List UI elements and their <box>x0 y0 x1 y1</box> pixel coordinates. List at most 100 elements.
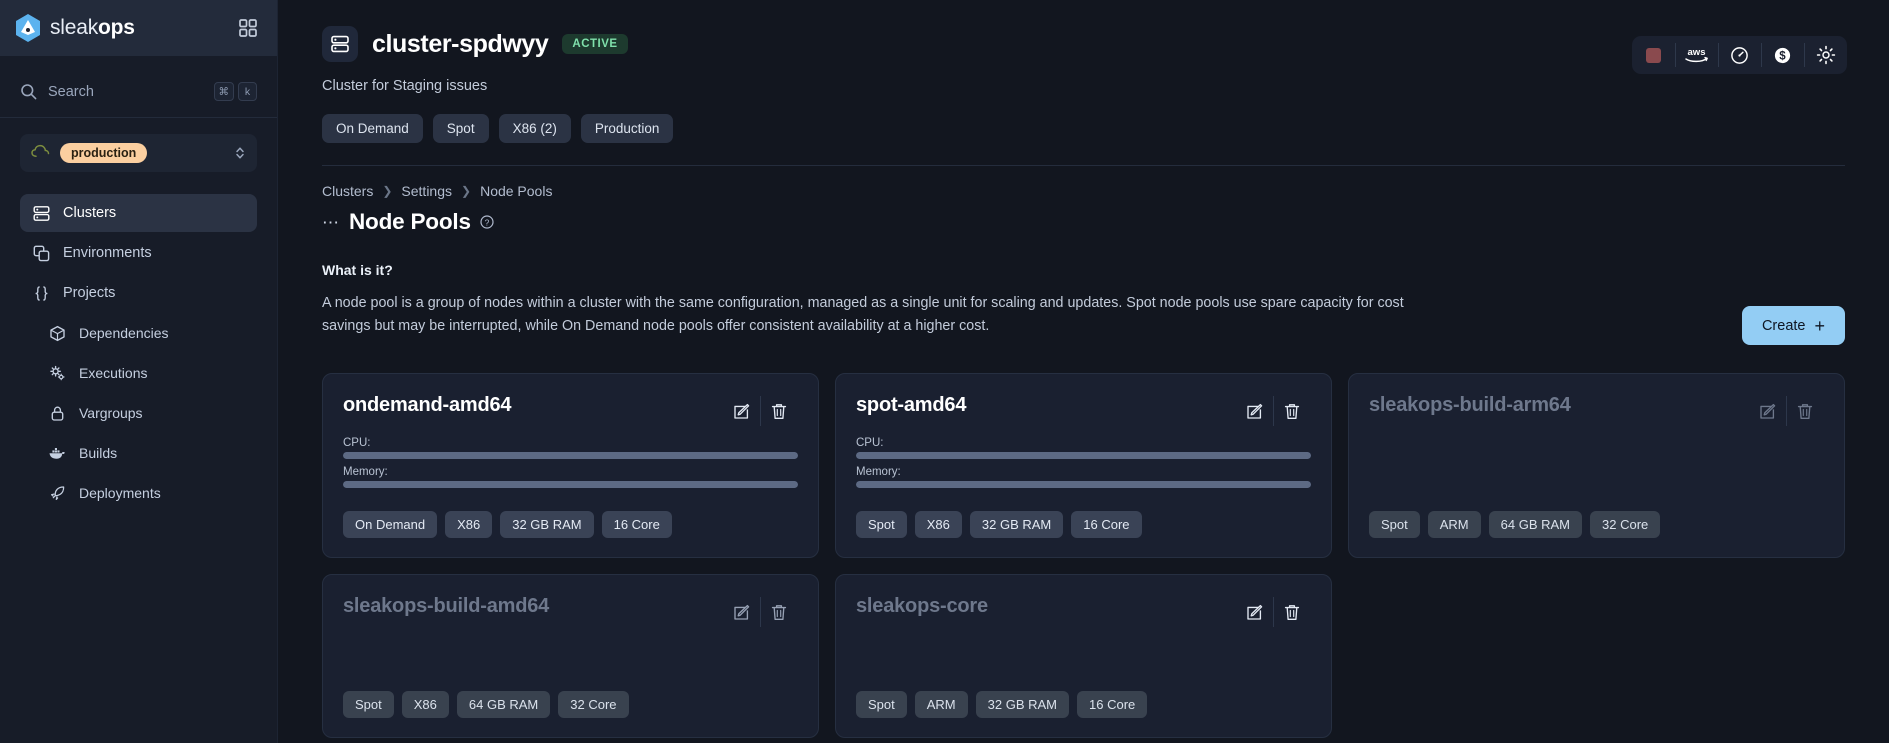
edit-pencil-icon[interactable] <box>722 595 760 629</box>
trash-icon[interactable] <box>1786 394 1824 428</box>
sidebar-item-label: Clusters <box>63 205 117 221</box>
sidebar-item-label: Dependencies <box>79 325 169 341</box>
sidebar-item-executions[interactable]: Executions <box>20 354 257 392</box>
edit-pencil-icon[interactable] <box>722 394 760 428</box>
metric-label-cpu: CPU: <box>343 437 371 449</box>
node-pool-name: sleakops-core <box>856 595 988 617</box>
cluster-tag[interactable]: X86 (2) <box>498 114 571 143</box>
card-header: spot-amd64 <box>856 394 1311 428</box>
sidebar: sleakops Search ⌘ k production Clusters … <box>0 0 278 743</box>
card-chips: On Demand X86 32 GB RAM 16 Core <box>343 495 798 538</box>
memory-progress-bar <box>856 481 1311 488</box>
node-pool-card[interactable]: ondemand-amd64 CPU: Memory: On Demand X8… <box>322 373 819 558</box>
sidebar-item-vargroups[interactable]: Vargroups <box>20 394 257 432</box>
main-content: aws $ cluster-spdwyy ACTIVE Cluster for … <box>278 0 1889 743</box>
card-chips: Spot ARM 32 GB RAM 16 Core <box>856 675 1311 718</box>
page-title: cluster-spdwyy <box>372 29 549 58</box>
trash-icon[interactable] <box>1273 595 1311 629</box>
svg-text:aws: aws <box>1688 47 1706 58</box>
breadcrumb-item-node-pools[interactable]: Node Pools <box>480 183 552 199</box>
card-metrics: CPU: Memory: <box>343 437 798 495</box>
card-chips: Spot X86 32 GB RAM 16 Core <box>856 495 1311 538</box>
sidebar-item-dependencies[interactable]: Dependencies <box>20 314 257 352</box>
card-header: sleakops-core <box>856 595 1311 629</box>
svg-text:$: $ <box>1779 50 1786 62</box>
create-button-label: Create <box>1761 317 1806 334</box>
sidebar-item-label: Builds <box>79 445 118 461</box>
sidebar-item-projects[interactable]: Projects <box>20 274 257 312</box>
trash-icon[interactable] <box>760 595 798 629</box>
card-chips: Spot X86 64 GB RAM 32 Core <box>343 675 798 718</box>
card-chip: Spot <box>1369 511 1420 538</box>
trash-icon[interactable] <box>1273 394 1311 428</box>
cluster-tag[interactable]: Production <box>580 114 674 143</box>
metric-label-cpu: CPU: <box>856 437 884 449</box>
docker-whale-icon <box>48 444 66 462</box>
cluster-tag[interactable]: On Demand <box>322 114 423 143</box>
header-toolbar: aws $ <box>1632 36 1847 74</box>
card-actions <box>1748 394 1824 428</box>
aws-provider-icon[interactable]: aws <box>1675 36 1718 74</box>
brand-logo-group[interactable]: sleakops <box>14 13 135 43</box>
breadcrumb-item-clusters[interactable]: Clusters <box>322 183 373 199</box>
cluster-subtitle: Cluster for Staging issues <box>322 78 488 94</box>
breadcrumb-item-settings[interactable]: Settings <box>401 183 452 199</box>
grid-apps-icon[interactable] <box>233 13 263 43</box>
status-square-indicator[interactable] <box>1632 36 1675 74</box>
cloud-icon <box>31 144 50 163</box>
app-root: sleakops Search ⌘ k production Clusters … <box>0 0 1889 743</box>
edit-pencil-icon[interactable] <box>1235 595 1273 629</box>
memory-progress-bar <box>343 481 798 488</box>
cluster-tag[interactable]: Spot <box>432 114 489 143</box>
sleakops-logo-icon <box>14 13 42 43</box>
help-circle-icon[interactable]: ? <box>480 215 494 229</box>
gear-settings-icon[interactable] <box>1804 36 1847 74</box>
node-pool-card[interactable]: sleakops-build-arm64 Spot ARM 64 GB RAM … <box>1348 373 1845 558</box>
rocket-icon <box>48 484 66 502</box>
node-pool-name: sleakops-build-arm64 <box>1369 394 1571 416</box>
brand-name: sleakops <box>50 16 135 39</box>
billing-dollar-icon[interactable]: $ <box>1761 36 1804 74</box>
section-title: Node Pools <box>349 209 471 234</box>
copy-layers-icon <box>32 244 50 262</box>
card-chip: 32 GB RAM <box>500 511 594 538</box>
node-pool-name: sleakops-build-amd64 <box>343 595 550 617</box>
card-chip: 64 GB RAM <box>1488 511 1582 538</box>
card-chip: Spot <box>856 511 907 538</box>
braces-icon <box>32 284 50 302</box>
card-chip: ARM <box>1427 511 1481 538</box>
card-chip: On Demand <box>343 511 438 538</box>
card-chip: 32 GB RAM <box>975 691 1069 718</box>
server-stack-icon <box>32 204 50 222</box>
node-pool-card[interactable]: spot-amd64 CPU: Memory: Spot X86 32 GB R… <box>835 373 1332 558</box>
card-chip: X86 <box>401 691 449 718</box>
trash-icon[interactable] <box>760 394 798 428</box>
card-actions <box>1235 595 1311 629</box>
sidebar-item-builds[interactable]: Builds <box>20 434 257 472</box>
sidebar-item-clusters[interactable]: Clusters <box>20 194 257 232</box>
card-actions <box>722 394 798 428</box>
create-button[interactable]: Create + <box>1741 306 1845 345</box>
section-description: A node pool is a group of nodes within a… <box>322 295 1404 335</box>
card-chip: ARM <box>914 691 968 718</box>
sidebar-nav: Clusters Environments Projects Dependenc… <box>0 194 277 512</box>
sidebar-item-deployments[interactable]: Deployments <box>20 474 257 512</box>
card-chip: X86 <box>445 511 493 538</box>
node-pool-card[interactable]: sleakops-build-amd64 Spot X86 64 GB RAM … <box>322 574 819 738</box>
cluster-tags: On Demand Spot X86 (2) Production <box>322 114 1845 143</box>
gauge-icon[interactable] <box>1718 36 1761 74</box>
environment-selector[interactable]: production <box>20 134 257 172</box>
card-chip: 32 Core <box>1590 511 1661 538</box>
search-icon <box>20 83 37 100</box>
edit-pencil-icon[interactable] <box>1748 394 1786 428</box>
card-chip: 32 Core <box>558 691 629 718</box>
sidebar-item-environments[interactable]: Environments <box>20 234 257 272</box>
node-pool-cards: ondemand-amd64 CPU: Memory: On Demand X8… <box>322 373 1845 738</box>
node-pool-card[interactable]: sleakops-core Spot ARM 32 GB RAM 16 Core <box>835 574 1332 738</box>
edit-pencil-icon[interactable] <box>1235 394 1273 428</box>
card-chip: 16 Core <box>1077 691 1148 718</box>
search-input[interactable]: Search ⌘ k <box>0 66 277 118</box>
whatis-label: What is it? <box>322 262 393 278</box>
card-chip: 32 GB RAM <box>969 511 1064 538</box>
drag-dots-icon[interactable]: ⋯ <box>322 214 340 231</box>
